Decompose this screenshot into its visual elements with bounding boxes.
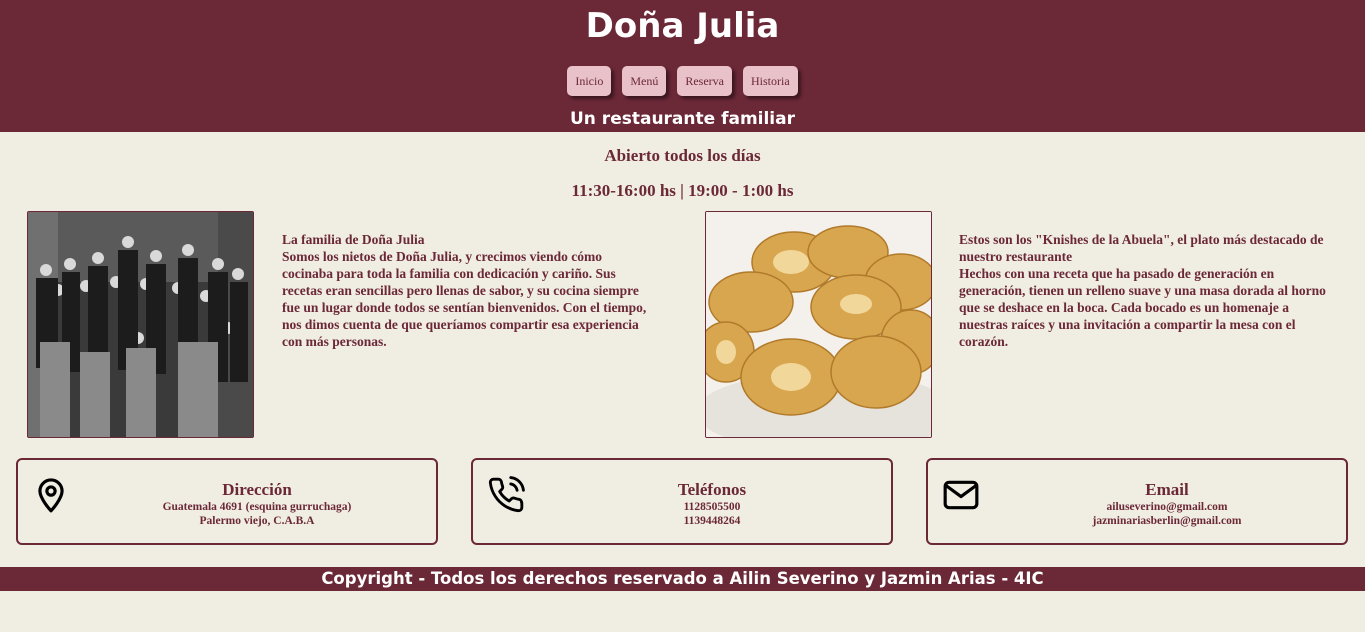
hours-title: Abierto todos los días <box>604 146 761 165</box>
family-story: La familia de Doña Julia Somos los nieto… <box>282 231 652 350</box>
email-address-2[interactable]: jazminariasberlin@gmail.com <box>988 514 1346 528</box>
family-photo <box>27 211 254 438</box>
email-card: Email ailuseverino@gmail.com jazminarias… <box>926 458 1348 545</box>
phone-icon <box>488 476 525 513</box>
address-card: Dirección Guatemala 4691 (esquina gurruc… <box>16 458 438 545</box>
copyright-text: Copyright - Todos los derechos reservado… <box>321 569 1044 588</box>
phones-card: Teléfonos 1128505500 1139448264 <box>471 458 893 545</box>
address-line-2: Palermo viejo, C.A.B.A <box>199 515 315 527</box>
site-footer: Copyright - Todos los derechos reservado… <box>0 567 1365 591</box>
nav-historia-button[interactable]: Historia <box>742 66 798 96</box>
dish-body: Hechos con una receta que ha pasado de g… <box>959 266 1326 349</box>
tagline: Un restaurante familiar <box>569 109 795 129</box>
nav-menu-button[interactable]: Menú <box>622 66 667 96</box>
knishes-photo <box>705 211 932 438</box>
dish-description: Estos son los "Knishes de la Abuela", el… <box>959 231 1339 350</box>
mail-icon <box>943 480 979 510</box>
map-pin-icon <box>38 478 64 513</box>
phone-number-1[interactable]: 1128505500 <box>533 500 891 514</box>
hours-schedule: 11:30-16:00 hs | 19:00 - 1:00 hs <box>571 181 794 200</box>
nav-reserva-button[interactable]: Reserva <box>677 66 732 96</box>
address-title: Dirección <box>222 480 292 499</box>
family-body: Somos los nietos de Doña Julia, y crecim… <box>282 249 647 349</box>
phone-number-2[interactable]: 1139448264 <box>533 514 891 528</box>
dish-heading: Estos son los "Knishes de la Abuela", el… <box>959 232 1324 264</box>
main-nav: Inicio Menú Reserva Historia <box>0 66 1365 96</box>
site-title: Doña Julia <box>585 6 780 46</box>
email-title: Email <box>1145 480 1189 499</box>
phones-title: Teléfonos <box>677 480 747 499</box>
address-line-1: Guatemala 4691 (esquina gurruchaga) <box>162 501 352 513</box>
nav-inicio-button[interactable]: Inicio <box>567 66 612 96</box>
family-heading: La familia de Doña Julia <box>282 232 425 247</box>
email-address-1[interactable]: ailuseverino@gmail.com <box>988 500 1346 514</box>
site-header: Doña Julia Inicio Menú Reserva Historia … <box>0 0 1365 132</box>
